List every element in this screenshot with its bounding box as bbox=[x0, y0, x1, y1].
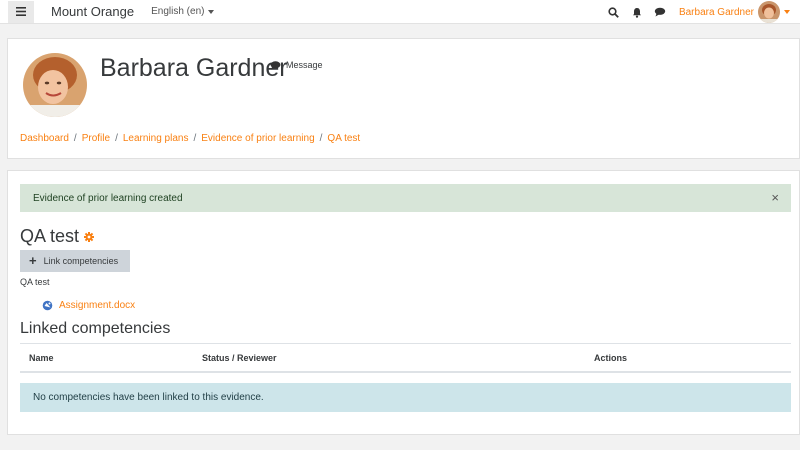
evidence-description: QA test bbox=[20, 277, 50, 287]
close-alert-button[interactable]: × bbox=[771, 191, 779, 205]
column-header-name: Name bbox=[29, 353, 54, 363]
main-content-card: Evidence of prior learning created × QA … bbox=[7, 170, 800, 435]
attachment-link[interactable]: Assignment.docx bbox=[59, 300, 135, 311]
language-label: English (en) bbox=[151, 6, 205, 17]
language-menu[interactable]: English (en) bbox=[151, 6, 215, 17]
link-competencies-button[interactable]: + Link competencies bbox=[20, 250, 130, 272]
evidence-title-text: QA test bbox=[20, 226, 80, 246]
gear-icon[interactable] bbox=[84, 231, 95, 242]
breadcrumb: Dashboard / Profile / Learning plans / E… bbox=[20, 133, 360, 144]
breadcrumb-item-evidence[interactable]: Evidence of prior learning bbox=[201, 133, 314, 144]
user-avatar[interactable] bbox=[758, 1, 780, 23]
hamburger-menu-button[interactable] bbox=[8, 0, 34, 23]
evidence-title: QA test bbox=[20, 226, 95, 247]
site-name-link[interactable]: Mount Orange bbox=[51, 4, 134, 19]
competencies-table-header: Name Status / Reviewer Actions bbox=[20, 343, 791, 373]
empty-competencies-text: No competencies have been linked to this… bbox=[33, 392, 264, 403]
column-header-status: Status / Reviewer bbox=[202, 353, 277, 363]
success-alert: Evidence of prior learning created × bbox=[20, 184, 791, 212]
speech-bubble-icon bbox=[270, 60, 281, 70]
link-competencies-label: Link competencies bbox=[43, 256, 119, 266]
breadcrumb-item-learning-plans[interactable]: Learning plans bbox=[123, 133, 189, 144]
bell-icon[interactable] bbox=[630, 5, 644, 19]
column-header-actions: Actions bbox=[594, 353, 628, 363]
chat-icon[interactable] bbox=[653, 5, 667, 19]
navbar-right: Barbara Gardner bbox=[598, 0, 790, 24]
message-label: Message bbox=[286, 60, 323, 70]
attachment-item: Assignment.docx bbox=[42, 300, 135, 311]
breadcrumb-separator: / bbox=[115, 133, 118, 144]
empty-competencies-alert: No competencies have been linked to this… bbox=[20, 383, 791, 412]
user-menu-name[interactable]: Barbara Gardner bbox=[679, 7, 754, 18]
breadcrumb-item-dashboard[interactable]: Dashboard bbox=[20, 133, 69, 144]
search-icon[interactable] bbox=[607, 5, 621, 19]
success-alert-text: Evidence of prior learning created bbox=[33, 192, 183, 204]
document-icon bbox=[42, 300, 53, 311]
top-navbar: Mount Orange English (en) Barbara Gardne… bbox=[0, 0, 800, 24]
caret-down-icon bbox=[208, 9, 215, 14]
breadcrumb-separator: / bbox=[319, 133, 323, 144]
profile-picture bbox=[23, 53, 87, 117]
breadcrumb-separator: / bbox=[73, 133, 77, 144]
breadcrumb-item-qa-test[interactable]: QA test bbox=[327, 133, 360, 144]
linked-competencies-heading: Linked competencies bbox=[20, 320, 171, 337]
profile-header-card: Barbara Gardner Message Dashboard / Prof… bbox=[7, 38, 800, 159]
breadcrumb-item-profile[interactable]: Profile bbox=[82, 133, 110, 144]
plus-icon: + bbox=[29, 253, 37, 268]
hamburger-menu-icon bbox=[16, 7, 26, 16]
profile-name-heading: Barbara Gardner bbox=[100, 54, 288, 82]
user-menu-caret-icon[interactable] bbox=[784, 10, 790, 14]
breadcrumb-separator: / bbox=[193, 133, 197, 144]
message-button[interactable]: Message bbox=[270, 60, 323, 70]
